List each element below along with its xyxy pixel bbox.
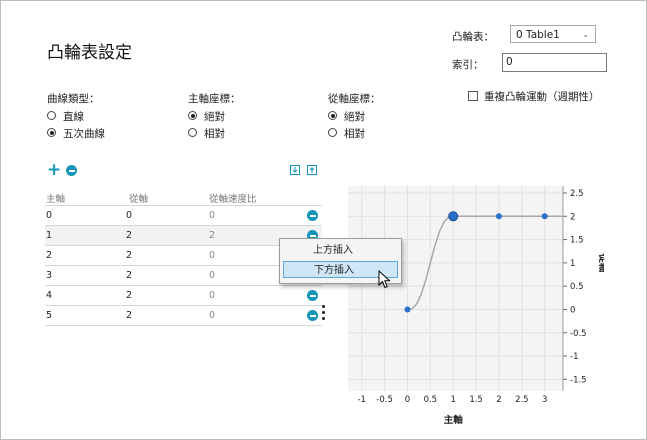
data-point: [495, 213, 502, 220]
y-tick-label: 2: [570, 212, 575, 222]
cell-velocity-ratio: 0: [209, 270, 216, 281]
cell-master: 5: [46, 310, 53, 321]
add-row-button[interactable]: +: [47, 160, 62, 180]
table-row[interactable]: 0 0 0: [45, 206, 322, 226]
radio-slave-absolute-label: 絕對: [344, 111, 365, 123]
page-title: 凸輪表設定: [47, 43, 132, 63]
cell-master: 3: [46, 270, 53, 281]
cell-velocity-ratio: 0: [209, 250, 216, 261]
cell-master: 1: [46, 230, 53, 241]
x-tick-label: 2: [496, 395, 501, 405]
x-tick-label: -1: [357, 395, 365, 405]
data-point: [404, 306, 411, 313]
radio-slave-relative[interactable]: [328, 128, 337, 137]
radio-master-relative[interactable]: [188, 128, 197, 137]
y-tick-label: 1.5: [570, 236, 584, 246]
cell-slave: 2: [126, 230, 133, 241]
y-tick-label: -0.5: [570, 329, 587, 339]
cam-table-value: 0 Table1: [516, 29, 560, 41]
radio-master-absolute[interactable]: [188, 111, 197, 120]
radio-curve-linear[interactable]: [47, 111, 56, 120]
y-tick-label: -1: [570, 352, 578, 362]
slave-coord-label: 從軸座標：: [328, 93, 381, 105]
cell-slave: 2: [126, 290, 133, 301]
x-tick-label: 0.5: [424, 395, 438, 405]
cell-master: 4: [46, 290, 53, 301]
cell-master: 0: [46, 210, 53, 221]
y-tick-label: 0.5: [570, 282, 584, 292]
x-tick-label: 0: [405, 395, 410, 405]
cam-table-select[interactable]: 0 Table1 ⌄: [510, 25, 596, 43]
index-label: 索引：: [452, 59, 484, 71]
chevron-down-icon: ⌄: [582, 30, 589, 39]
cell-master: 2: [46, 250, 53, 261]
column-header-master: 主軸: [46, 194, 66, 205]
radio-curve-quintic[interactable]: [47, 128, 56, 137]
table-row[interactable]: 4 2 0: [45, 286, 322, 306]
cell-slave: 2: [126, 310, 133, 321]
y-tick-label: 2.5: [570, 189, 584, 199]
upload-icon: [309, 167, 315, 173]
y-tick-label: 0: [570, 305, 575, 315]
index-input[interactable]: 0: [502, 53, 607, 72]
delete-row-button[interactable]: [307, 290, 318, 301]
cell-slave: 2: [126, 270, 133, 281]
cell-velocity-ratio: 0: [209, 210, 216, 221]
x-tick-label: 2.5: [515, 395, 529, 405]
radio-slave-relative-label: 相對: [344, 128, 365, 140]
cell-velocity-ratio: 0: [209, 310, 216, 321]
data-point: [448, 211, 459, 222]
y-axis-label: 從軸: [597, 252, 604, 273]
plus-icon: +: [47, 160, 62, 180]
curve-type-label: 曲線類型：: [47, 93, 100, 105]
export-button[interactable]: [307, 165, 317, 175]
delete-row-button[interactable]: [307, 210, 318, 221]
y-tick-label: -1.5: [570, 375, 587, 385]
x-axis-label: 主軸: [444, 414, 464, 426]
x-tick-label: 3: [542, 395, 547, 405]
x-tick-label: -0.5: [376, 395, 393, 405]
cell-velocity-ratio: 0: [209, 290, 216, 301]
x-tick-label: 1: [451, 395, 456, 405]
y-tick-label: 1: [570, 259, 575, 269]
mouse-cursor-icon: [378, 270, 391, 289]
radio-curve-linear-label: 直線: [63, 111, 84, 123]
import-button[interactable]: [290, 165, 300, 175]
column-header-slave: 從軸: [129, 194, 149, 205]
download-icon: [292, 167, 298, 173]
radio-slave-absolute[interactable]: [328, 111, 337, 120]
menu-item-insert-above[interactable]: 上方插入: [283, 242, 398, 259]
cam-table-label: 凸輪表：: [452, 31, 494, 43]
cell-slave: 2: [126, 250, 133, 261]
delete-row-button[interactable]: [307, 310, 318, 321]
radio-curve-quintic-label: 五次曲線: [63, 128, 105, 140]
cell-slave: 0: [126, 210, 133, 221]
cell-velocity-ratio: 2: [209, 230, 216, 241]
cam-profile-chart[interactable]: -1 -0.5 0 0.5 1 1.5 2 2.5 3 2.5 2 1.5 1 0.5 0 -0.5 -1 -1.…: [348, 186, 604, 430]
data-point: [541, 213, 548, 220]
column-header-velocity-ratio: 從軸速度比: [209, 194, 257, 205]
remove-row-button[interactable]: [66, 165, 77, 176]
radio-master-absolute-label: 絕對: [204, 111, 225, 123]
x-tick-label: 1.5: [469, 395, 483, 405]
table-row[interactable]: 5 2 0: [45, 306, 322, 326]
radio-master-relative-label: 相對: [204, 128, 225, 140]
master-coord-label: 主軸座標：: [188, 93, 241, 105]
splitter-handle[interactable]: [322, 305, 325, 320]
repeat-checkbox-label: 重複凸輪運動（週期性）: [484, 91, 600, 103]
repeat-checkbox[interactable]: [468, 91, 478, 101]
